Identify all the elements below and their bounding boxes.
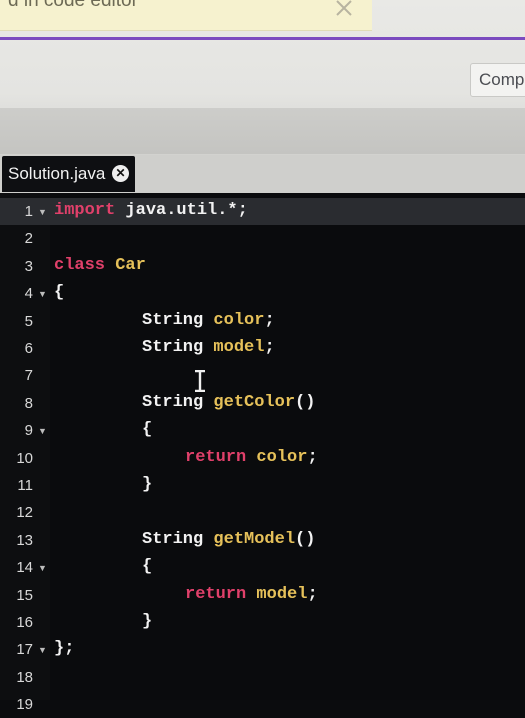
code-line[interactable]: 19 xyxy=(0,691,525,718)
compile-button-label: Compi xyxy=(479,70,525,89)
code-line[interactable]: 2 xyxy=(0,225,525,252)
line-number: 16 xyxy=(16,614,33,631)
fold-arrow-icon[interactable]: ▼ xyxy=(38,207,47,217)
code-line[interactable]: 13 String getModel() xyxy=(0,527,525,554)
code-token: java.util.*; xyxy=(115,201,248,220)
code-line[interactable]: 15 return model; xyxy=(0,582,525,609)
code-line[interactable]: 10 return color; xyxy=(0,445,525,472)
line-number: 9 xyxy=(24,422,33,440)
code-text: String getModel() xyxy=(142,530,315,549)
line-number: 2 xyxy=(24,230,33,248)
code-token: model xyxy=(203,338,265,357)
code-token: String xyxy=(142,310,204,330)
line-number: 14 xyxy=(16,559,33,577)
code-token: ; xyxy=(307,447,318,467)
line-number: 15 xyxy=(16,586,33,604)
code-line[interactable]: 1 ▼ import java.util.*; xyxy=(0,198,525,225)
code-token: () xyxy=(295,529,316,549)
code-line[interactable]: 12 xyxy=(0,499,525,526)
editor-tab-bar: Solution.java ✕ xyxy=(0,155,525,193)
code-token: import xyxy=(54,201,116,220)
accent-divider xyxy=(0,37,525,40)
line-number: 8 xyxy=(24,394,33,412)
code-token: String xyxy=(142,392,204,412)
line-number: 7 xyxy=(24,367,33,385)
banner-text: d in code editor xyxy=(8,0,138,11)
code-token: color xyxy=(203,310,265,330)
tab-solution-java[interactable]: Solution.java ✕ xyxy=(2,156,135,192)
code-token: model xyxy=(246,584,308,604)
code-token: ; xyxy=(307,584,318,604)
code-line[interactable]: 16} xyxy=(0,609,525,636)
code-token: { xyxy=(54,283,65,303)
page-header-area: d in code editor Compi xyxy=(0,0,525,155)
fold-arrow-icon[interactable]: ▼ xyxy=(38,289,47,299)
line-number: 12 xyxy=(16,504,33,522)
line-number: 6 xyxy=(24,340,33,357)
code-text: } xyxy=(142,475,152,494)
code-line[interactable]: 4 ▼ { xyxy=(0,280,525,307)
code-line[interactable]: 3 class Car xyxy=(0,253,525,280)
code-token: ; xyxy=(264,338,275,357)
code-token: }; xyxy=(54,639,75,659)
line-number: 18 xyxy=(16,668,33,686)
code-text: class Car xyxy=(54,256,146,275)
code-token: return xyxy=(185,584,247,604)
code-text: { xyxy=(54,283,64,302)
code-token: class xyxy=(54,255,106,275)
code-token: } xyxy=(142,612,153,631)
code-token: color xyxy=(246,447,308,467)
code-text: { xyxy=(142,557,152,576)
toolbar-band xyxy=(0,108,525,154)
code-token: String xyxy=(142,338,204,357)
fold-arrow-icon[interactable]: ▼ xyxy=(38,426,47,436)
code-line[interactable]: 8 String getColor() xyxy=(0,390,525,417)
notification-banner: d in code editor xyxy=(0,0,372,31)
code-line[interactable]: 14 ▼ { xyxy=(0,554,525,581)
code-text: return model; xyxy=(185,585,318,604)
code-token: ; xyxy=(264,310,275,330)
compile-button[interactable]: Compi xyxy=(470,63,525,97)
line-number: 5 xyxy=(24,312,33,330)
close-tab-icon[interactable]: ✕ xyxy=(112,165,129,182)
tab-label: Solution.java xyxy=(8,164,106,183)
code-line[interactable]: 17 ▼}; xyxy=(0,636,525,663)
code-line[interactable]: 18 xyxy=(0,664,525,691)
code-line[interactable]: 6 String model; xyxy=(0,335,525,362)
code-token: getColor xyxy=(203,392,296,412)
line-number: 17 xyxy=(16,641,33,659)
close-icon[interactable] xyxy=(332,0,356,20)
code-token: () xyxy=(295,392,316,412)
code-token: getModel xyxy=(203,529,296,549)
line-number: 19 xyxy=(16,696,33,714)
code-text: String getColor() xyxy=(142,393,315,412)
fold-arrow-icon[interactable]: ▼ xyxy=(38,645,47,655)
code-line[interactable]: 5 String color; xyxy=(0,308,525,335)
line-number: 11 xyxy=(17,477,33,494)
code-token: return xyxy=(185,447,247,467)
code-text: import java.util.*; xyxy=(54,201,248,220)
line-number: 4 xyxy=(24,285,33,303)
code-token: Car xyxy=(105,255,146,275)
code-line[interactable]: 9 ▼ { xyxy=(0,417,525,444)
code-text: return color; xyxy=(185,448,318,467)
code-text: String color; xyxy=(142,311,275,330)
code-line[interactable]: 11} xyxy=(0,472,525,499)
code-text: { xyxy=(142,420,152,439)
text-cursor-icon xyxy=(195,370,205,392)
code-token: } xyxy=(142,475,153,494)
code-token: { xyxy=(142,420,153,440)
code-token: { xyxy=(142,557,153,577)
code-text: } xyxy=(142,612,152,631)
code-token: String xyxy=(142,529,204,549)
code-editor[interactable]: 1 ▼ import java.util.*; 2 3 class Car 4 ▼ {5 Stri… xyxy=(0,193,525,713)
line-number: 1 xyxy=(24,203,33,220)
code-text: }; xyxy=(54,639,74,658)
fold-arrow-icon[interactable]: ▼ xyxy=(38,563,47,573)
code-text: String model; xyxy=(142,338,275,357)
line-number: 13 xyxy=(16,531,33,549)
line-number: 10 xyxy=(16,449,33,467)
code-line[interactable]: 7 xyxy=(0,362,525,389)
line-number: 3 xyxy=(24,257,33,275)
